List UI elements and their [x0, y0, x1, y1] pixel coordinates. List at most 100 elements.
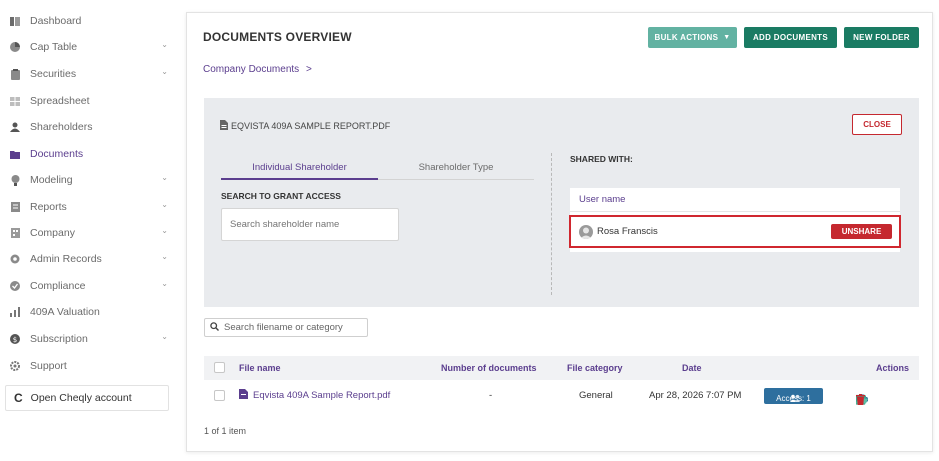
- file-name-link[interactable]: Eqvista 409A Sample Report.pdf: [253, 390, 390, 401]
- files-table-header: File name Number of documents File categ…: [204, 356, 919, 380]
- share-panel: EQVISTA 409A SAMPLE REPORT.PDF CLOSE Ind…: [204, 98, 919, 307]
- dashboard-icon: [10, 16, 20, 26]
- shared-file-name: EQVISTA 409A SAMPLE REPORT.PDF: [231, 121, 391, 131]
- pie-chart-icon: [10, 42, 20, 52]
- admin-records-icon: [10, 254, 20, 264]
- sidebar-item-label: Shareholders: [30, 121, 93, 133]
- documents-card: DOCUMENTS OVERVIEW BULK ACTIONS ▼ ADD DO…: [186, 12, 933, 452]
- chevron-down-icon: ⌄: [161, 173, 168, 182]
- sidebar-item-compliance[interactable]: Compliance ⌄: [10, 276, 170, 296]
- shared-user-name: Rosa Franscis: [597, 226, 658, 237]
- tab-shareholder-type[interactable]: Shareholder Type: [378, 156, 534, 180]
- select-all-checkbox[interactable]: [214, 362, 225, 373]
- folder-icon: [10, 149, 20, 159]
- sidebar-item-modeling[interactable]: Modeling ⌄: [10, 170, 170, 190]
- cheqly-logo-icon: C: [14, 391, 23, 405]
- sidebar-item-support[interactable]: Support: [10, 356, 170, 376]
- gear-icon: [10, 361, 20, 371]
- item-count: 1 of 1 item: [204, 426, 247, 436]
- sidebar-item-spreadsheet[interactable]: Spreadsheet: [10, 91, 170, 111]
- sidebar-item-subscription[interactable]: $ Subscription ⌄: [10, 329, 170, 349]
- tab-individual-shareholder[interactable]: Individual Shareholder: [221, 156, 378, 180]
- category-cell: General: [579, 390, 613, 401]
- column-date[interactable]: Date: [682, 363, 702, 373]
- users-icon: [789, 394, 800, 404]
- shield-check-icon: [10, 281, 20, 291]
- avatar: [579, 224, 593, 239]
- unshare-button[interactable]: UNSHARE: [831, 224, 892, 239]
- access-badge[interactable]: Access: 1: [764, 388, 823, 404]
- bulk-actions-button[interactable]: BULK ACTIONS ▼: [648, 27, 737, 48]
- column-actions: Actions: [876, 363, 910, 373]
- column-number-of-documents[interactable]: Number of documents: [441, 363, 537, 373]
- sidebar-item-label: Securities: [30, 68, 77, 80]
- sidebar-item-label: Modeling: [30, 174, 73, 186]
- spreadsheet-icon: [10, 96, 20, 106]
- person-icon: [10, 122, 20, 132]
- open-account-label: Open Cheqly account: [30, 392, 132, 404]
- user-name-header: User name: [570, 188, 900, 212]
- sidebar-item-label: Compliance: [30, 280, 86, 292]
- lightbulb-icon: [10, 174, 20, 186]
- panel-divider: [551, 153, 552, 295]
- sidebar-item-label: Company: [30, 227, 75, 239]
- date-cell: Apr 28, 2026 7:07 PM: [649, 390, 742, 401]
- chevron-down-icon: ⌄: [161, 200, 168, 209]
- close-button[interactable]: CLOSE: [852, 114, 902, 135]
- search-grant-access-label: SEARCH TO GRANT ACCESS: [221, 191, 341, 201]
- sidebar-item-label: Reports: [30, 201, 67, 213]
- open-cheqly-account-button[interactable]: C Open Cheqly account: [5, 385, 169, 411]
- chevron-down-icon: ⌄: [161, 40, 168, 49]
- sidebar-item-dashboard[interactable]: Dashboard: [10, 11, 170, 31]
- sidebar-item-label: Documents: [30, 148, 84, 160]
- sidebar-item-label: Subscription: [30, 333, 88, 345]
- dollar-icon: $: [10, 334, 20, 344]
- pdf-file-icon: [220, 120, 228, 132]
- shareholder-search-input[interactable]: [221, 208, 399, 241]
- sidebar-item-shareholders[interactable]: Shareholders: [10, 117, 170, 137]
- shared-with-label: SHARED WITH:: [570, 154, 633, 164]
- building-icon: [10, 228, 20, 238]
- chevron-down-icon: ⌄: [161, 332, 168, 341]
- sidebar-item-409a-valuation[interactable]: 409A Valuation: [10, 302, 170, 322]
- chevron-down-icon: ⌄: [161, 226, 168, 235]
- chevron-down-icon: ⌄: [161, 252, 168, 261]
- breadcrumb-item[interactable]: Company Documents: [203, 64, 299, 75]
- sidebar-item-documents[interactable]: Documents: [10, 144, 170, 164]
- chevron-down-icon: ⌄: [161, 67, 168, 76]
- sidebar-item-securities[interactable]: Securities ⌄: [10, 64, 170, 84]
- sidebar-item-admin-records[interactable]: Admin Records ⌄: [10, 249, 170, 269]
- file-search-box[interactable]: Search filename or category: [204, 318, 368, 337]
- sidebar-item-company[interactable]: Company ⌄: [10, 223, 170, 243]
- trash-icon[interactable]: [856, 394, 865, 408]
- new-folder-button[interactable]: NEW FOLDER: [844, 27, 919, 48]
- add-documents-button[interactable]: ADD DOCUMENTS: [744, 27, 837, 48]
- search-icon: [210, 321, 219, 334]
- sidebar-item-reports[interactable]: Reports ⌄: [10, 197, 170, 217]
- table-row: Eqvista 409A Sample Report.pdf - General…: [204, 384, 919, 408]
- file-search-placeholder: Search filename or category: [224, 322, 343, 333]
- chevron-down-icon: ⌄: [161, 279, 168, 288]
- column-file-category[interactable]: File category: [567, 363, 623, 373]
- sidebar-item-label: Support: [30, 360, 67, 372]
- bulk-actions-label: BULK ACTIONS: [654, 33, 719, 42]
- shared-file-title: EQVISTA 409A SAMPLE REPORT.PDF: [220, 120, 390, 132]
- sidebar: Dashboard Cap Table ⌄ Securities ⌄ Sprea…: [0, 0, 178, 461]
- chevron-right-icon: >: [305, 64, 312, 75]
- sidebar-item-label: Cap Table: [30, 41, 78, 53]
- chart-icon: [10, 307, 20, 317]
- breadcrumb[interactable]: Company Documents >: [203, 64, 312, 75]
- shared-user-row: Rosa Franscis UNSHARE: [569, 215, 901, 248]
- row-checkbox[interactable]: [214, 390, 225, 401]
- sidebar-item-label: Dashboard: [30, 15, 82, 27]
- sidebar-item-label: Spreadsheet: [30, 95, 90, 107]
- shared-users-table: User name Rosa Franscis UNSHARE: [569, 188, 901, 252]
- num-docs-cell: -: [489, 390, 493, 401]
- sidebar-item-label: 409A Valuation: [30, 306, 100, 318]
- pdf-file-icon: [239, 389, 248, 402]
- page-title: DOCUMENTS OVERVIEW: [203, 30, 352, 44]
- svg-text:$: $: [13, 336, 17, 344]
- column-file-name[interactable]: File name: [239, 363, 281, 373]
- caret-down-icon: ▼: [723, 34, 731, 41]
- sidebar-item-cap-table[interactable]: Cap Table ⌄: [10, 37, 170, 57]
